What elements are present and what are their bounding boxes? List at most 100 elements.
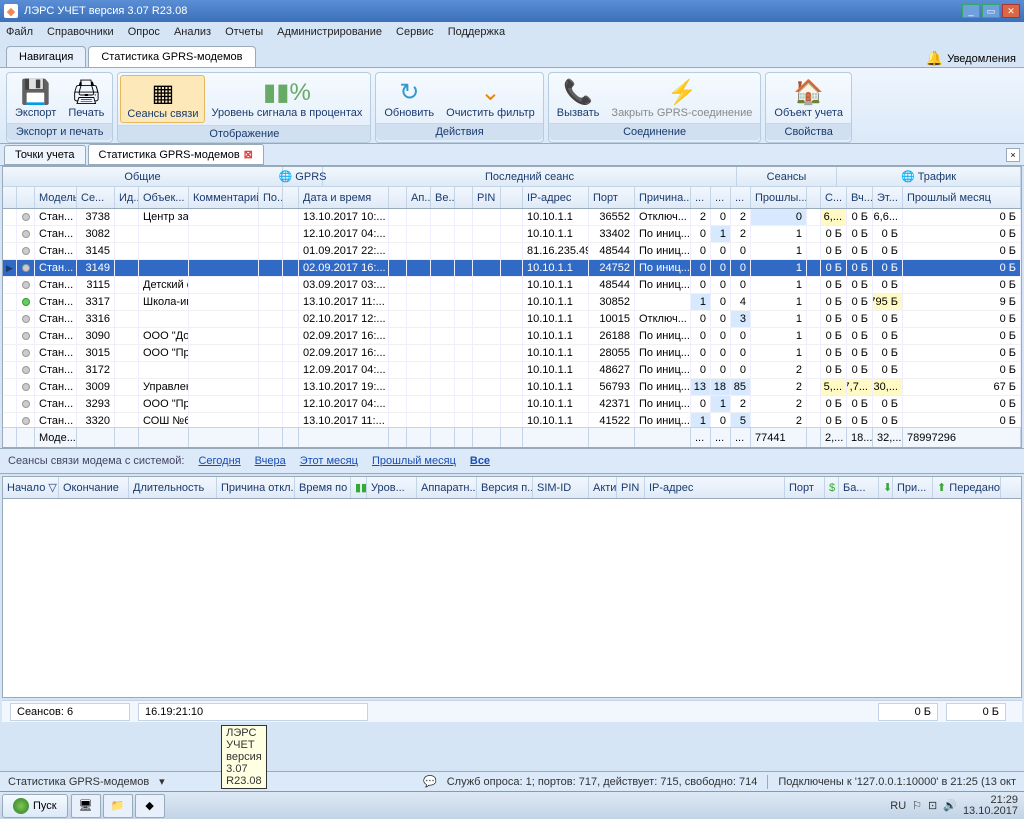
col-3[interactable]: Се...	[77, 187, 115, 208]
tray-net-icon[interactable]: ⊡	[928, 799, 937, 812]
col-16[interactable]: IP-адрес	[523, 187, 589, 208]
task-icon-2[interactable]: 📁	[103, 794, 133, 818]
ribbon-object[interactable]: 🏠Объект учета	[768, 75, 849, 121]
ribbon-close-gprs[interactable]: ⚡Закрыть GPRS-соединение	[605, 75, 758, 121]
col-time[interactable]: Время по ...	[295, 477, 351, 498]
col-ip[interactable]: IP-адрес	[645, 477, 785, 498]
filter-yesterday[interactable]: Вчера	[255, 455, 286, 467]
col-5[interactable]: Объек...	[139, 187, 189, 208]
menu-spravochniki[interactable]: Справочники	[47, 26, 114, 38]
col-4[interactable]: Ид...	[115, 187, 139, 208]
col-12[interactable]: Ве...	[431, 187, 455, 208]
col-9[interactable]: Дата и время	[299, 187, 389, 208]
ctab-points[interactable]: Точки учета	[4, 145, 86, 165]
col-rx-icon[interactable]: ⬇	[879, 477, 893, 498]
menu-analiz[interactable]: Анализ	[174, 26, 211, 38]
start-button[interactable]: Пуск	[2, 794, 68, 818]
menu-service[interactable]: Сервис	[396, 26, 434, 38]
notifications[interactable]: 🔔 Уведомления	[926, 50, 1024, 67]
ribbon-call[interactable]: 📞Вызвать	[551, 75, 606, 121]
col-ver[interactable]: Версия п...	[477, 477, 533, 498]
col-2[interactable]: Модель	[35, 187, 77, 208]
close-button[interactable]: ✕	[1002, 4, 1020, 18]
col-level[interactable]: Уров...	[367, 477, 417, 498]
ribbon-export[interactable]: 💾Экспорт	[9, 75, 62, 121]
col-signal-icon[interactable]: ▮▮	[351, 477, 367, 498]
ribbon-print[interactable]: 🖨Печать	[62, 75, 110, 121]
table-row[interactable]: Стан...3738Центр зан...13.10.2017 10:...…	[3, 209, 1021, 226]
menu-otchety[interactable]: Отчеты	[225, 26, 263, 38]
col-rx[interactable]: При...	[893, 477, 933, 498]
table-row[interactable]: ▶Стан...314902.09.2017 16:...10.10.1.124…	[3, 260, 1021, 277]
maximize-button[interactable]: ▭	[982, 4, 1000, 18]
col-17[interactable]: Порт	[589, 187, 635, 208]
table-row[interactable]: Стан...3015ООО "Про...02.09.2017 16:...1…	[3, 345, 1021, 362]
menu-support[interactable]: Поддержка	[448, 26, 505, 38]
close-tab-icon[interactable]: ⊠	[244, 148, 253, 161]
menu-opros[interactable]: Опрос	[128, 26, 160, 38]
col-start[interactable]: Начало ▽	[3, 477, 59, 498]
ribbon-sessions[interactable]: ▦Сеансы связи	[120, 75, 205, 123]
col-14[interactable]: PIN	[473, 187, 501, 208]
filter-all[interactable]: Все	[470, 455, 490, 467]
col-27[interactable]: Прошлый месяц	[903, 187, 1021, 208]
ctab-gprs-stats[interactable]: Статистика GPRS-модемов⊠	[88, 144, 264, 165]
grid-body[interactable]: Стан...3738Центр зан...13.10.2017 10:...…	[3, 209, 1021, 427]
menu-admin[interactable]: Администрирование	[277, 26, 382, 38]
ribbon-refresh[interactable]: ↻Обновить	[378, 75, 440, 121]
col-balance[interactable]: Ба...	[839, 477, 879, 498]
col-24[interactable]: С...	[821, 187, 847, 208]
col-19[interactable]: ...	[691, 187, 711, 208]
col-sim[interactable]: SIM-ID	[533, 477, 589, 498]
col-hw[interactable]: Аппаратн...	[417, 477, 477, 498]
col-23[interactable]	[807, 187, 821, 208]
col-22[interactable]: Прошлы...	[751, 187, 807, 208]
col-25[interactable]: Вч...	[847, 187, 873, 208]
col-tx[interactable]: ⬆ Передано	[933, 477, 1001, 498]
filter-today[interactable]: Сегодня	[198, 455, 240, 467]
tray-flag-icon[interactable]: ⚐	[912, 799, 922, 812]
col-1[interactable]	[17, 187, 35, 208]
tray-lang[interactable]: RU	[890, 800, 906, 812]
col-13[interactable]	[455, 187, 473, 208]
col-pin[interactable]: PIN	[617, 477, 645, 498]
table-row[interactable]: Стан...3317Школа-им...13.10.2017 11:...1…	[3, 294, 1021, 311]
col-port[interactable]: Порт	[785, 477, 825, 498]
sessions-body[interactable]	[3, 499, 1021, 697]
col-end[interactable]: Окончание	[59, 477, 129, 498]
col-bal-icon[interactable]: $	[825, 477, 839, 498]
col-21[interactable]: ...	[731, 187, 751, 208]
col-8[interactable]	[283, 187, 299, 208]
col-7[interactable]: По...	[259, 187, 283, 208]
tray-sound-icon[interactable]: 🔊	[943, 799, 957, 812]
col-11[interactable]: Ап...	[407, 187, 431, 208]
pin-button[interactable]: ×	[1006, 148, 1020, 162]
table-row[interactable]: Стан...308212.10.2017 04:...10.10.1.1334…	[3, 226, 1021, 243]
table-row[interactable]: Стан...3009Управлен...13.10.2017 19:...1…	[3, 379, 1021, 396]
task-icon-1[interactable]: 🖥	[71, 794, 101, 818]
col-duration[interactable]: Длительность	[129, 477, 217, 498]
table-row[interactable]: Стан...331602.10.2017 12:...10.10.1.1100…	[3, 311, 1021, 328]
col-active[interactable]: Активная...	[589, 477, 617, 498]
ribbon-signal-level[interactable]: ▮▮%Уровень сигнала в процентах	[205, 75, 368, 123]
col-10[interactable]	[389, 187, 407, 208]
minimize-button[interactable]: _	[962, 4, 980, 18]
col-0[interactable]	[3, 187, 17, 208]
col-6[interactable]: Комментарий	[189, 187, 259, 208]
menu-file[interactable]: Файл	[6, 26, 33, 38]
tray-clock[interactable]: 21:29 13.10.2017	[963, 795, 1018, 817]
table-row[interactable]: Стан...3320СОШ №63...13.10.2017 11:...10…	[3, 413, 1021, 427]
filter-prev-month[interactable]: Прошлый месяц	[372, 455, 456, 467]
ribbon-clear-filter[interactable]: ⌄Очистить фильтр	[440, 75, 541, 121]
col-reason[interactable]: Причина откл...	[217, 477, 295, 498]
table-row[interactable]: Стан...314501.09.2017 22:...81.16.235.49…	[3, 243, 1021, 260]
table-row[interactable]: Стан...3115Детский с...03.09.2017 03:...…	[3, 277, 1021, 294]
filter-month[interactable]: Этот месяц	[300, 455, 358, 467]
tab-navigation[interactable]: Навигация	[6, 46, 86, 67]
table-row[interactable]: Стан...317212.09.2017 04:...10.10.1.1486…	[3, 362, 1021, 379]
col-26[interactable]: Эт...	[873, 187, 903, 208]
task-icon-3[interactable]: ◆	[135, 794, 165, 818]
col-15[interactable]	[501, 187, 523, 208]
col-20[interactable]: ...	[711, 187, 731, 208]
tab-gprs-stats[interactable]: Статистика GPRS-модемов	[88, 46, 255, 67]
